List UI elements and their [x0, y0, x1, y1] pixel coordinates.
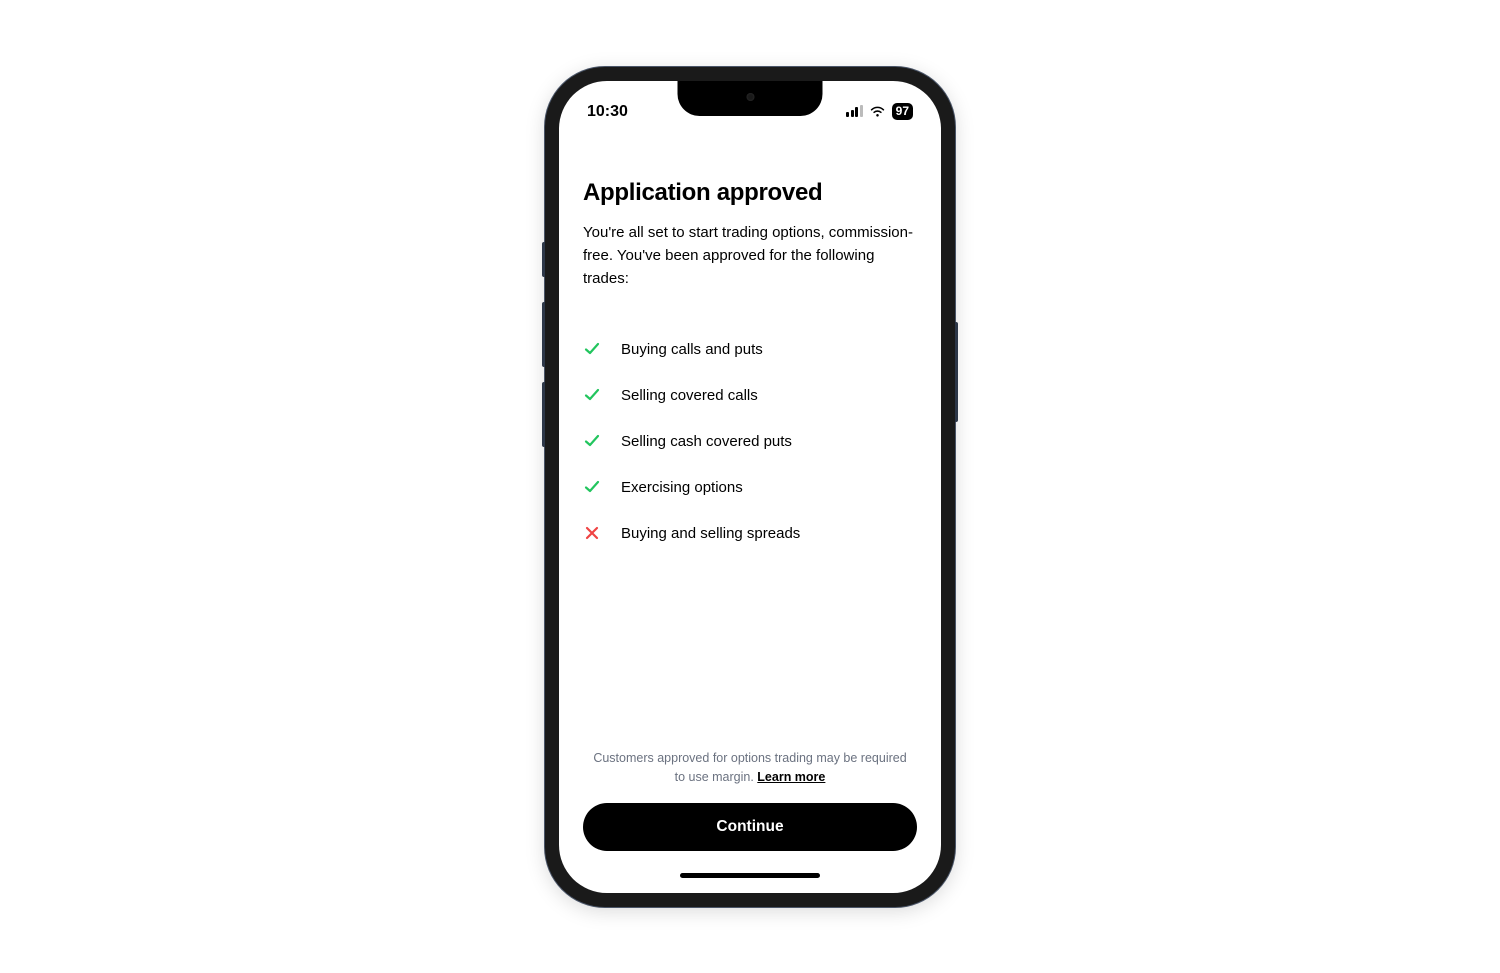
check-icon [583, 340, 601, 358]
trade-label: Selling cash covered puts [621, 433, 792, 450]
trade-label: Buying and selling spreads [621, 525, 800, 542]
trade-item: Exercising options [583, 478, 917, 496]
status-time: 10:30 [587, 103, 628, 121]
phone-mute-switch [542, 242, 545, 277]
status-right: 97 [846, 103, 913, 119]
trade-item: Buying and selling spreads [583, 524, 917, 542]
home-indicator-bar [680, 873, 820, 878]
phone-volume-up [542, 302, 545, 367]
page-subtitle: You're all set to start trading options,… [583, 221, 917, 291]
battery-indicator: 97 [892, 103, 913, 119]
phone-volume-down [542, 382, 545, 447]
continue-button[interactable]: Continue [583, 803, 917, 851]
content: Application approved You're all set to s… [559, 131, 941, 859]
trade-label: Selling covered calls [621, 387, 758, 404]
trade-label: Exercising options [621, 479, 743, 496]
check-icon [583, 478, 601, 496]
screen: 10:30 97 Application approved You're all… [559, 81, 941, 893]
trade-item: Selling covered calls [583, 386, 917, 404]
trade-list: Buying calls and puts Selling covered ca… [583, 340, 917, 542]
learn-more-link[interactable]: Learn more [757, 770, 825, 784]
check-icon [583, 432, 601, 450]
phone-frame: 10:30 97 Application approved You're all… [545, 67, 955, 907]
cellular-signal-icon [846, 105, 863, 117]
trade-label: Buying calls and puts [621, 341, 763, 358]
footer: Customers approved for options trading m… [583, 749, 917, 859]
check-icon [583, 386, 601, 404]
wifi-icon [869, 105, 886, 118]
disclaimer-text: Customers approved for options trading m… [593, 751, 906, 784]
home-indicator[interactable] [559, 859, 941, 893]
phone-power-button [955, 322, 958, 422]
trade-item: Selling cash covered puts [583, 432, 917, 450]
notch [678, 81, 823, 116]
disclaimer: Customers approved for options trading m… [583, 749, 917, 787]
cross-icon [583, 524, 601, 542]
page-title: Application approved [583, 179, 917, 207]
trade-item: Buying calls and puts [583, 340, 917, 358]
